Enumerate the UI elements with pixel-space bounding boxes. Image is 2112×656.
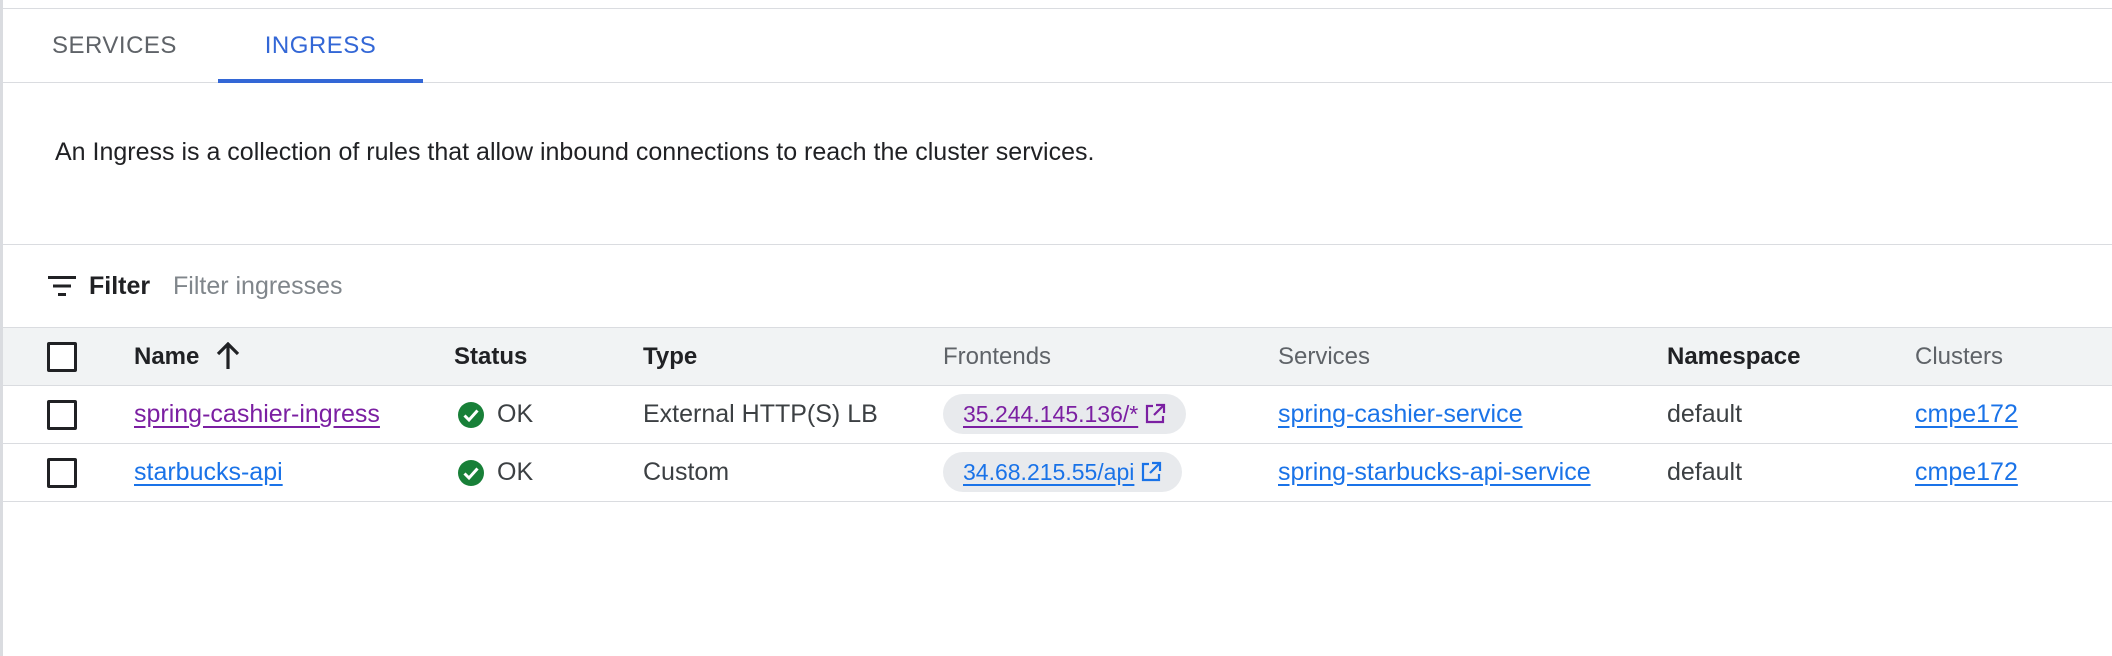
namespace-cell: default bbox=[1667, 400, 1743, 428]
service-cell: spring-starbucks-api-service bbox=[1278, 444, 1591, 501]
frontend-link[interactable]: 34.68.215.55/api bbox=[963, 452, 1134, 492]
column-header-namespace[interactable]: Namespace bbox=[1667, 328, 1800, 385]
column-header-type[interactable]: Type bbox=[643, 328, 697, 385]
open-in-new-icon bbox=[1142, 461, 1162, 482]
column-header-name[interactable]: Name bbox=[134, 328, 241, 385]
check-circle-icon bbox=[458, 459, 484, 486]
frontend-chip[interactable]: 34.68.215.55/api bbox=[943, 452, 1183, 492]
frontend-link[interactable]: 35.244.145.136/* bbox=[963, 394, 1138, 434]
column-header-frontends: Frontends bbox=[943, 343, 1052, 370]
ingress-table: Name Status Type Frontends Services Name… bbox=[3, 327, 2112, 502]
type-cell: External HTTP(S) LB bbox=[643, 400, 878, 428]
filter-label[interactable]: Filter bbox=[89, 271, 150, 301]
cluster-cell: cmpe172 bbox=[1915, 444, 2018, 501]
frontend-cell: 35.244.145.136/* bbox=[943, 386, 1187, 443]
ingress-name-cell: spring-cashier-ingress bbox=[134, 386, 380, 443]
cluster-link[interactable]: cmpe172 bbox=[1915, 458, 2018, 486]
row-select-cell bbox=[47, 444, 79, 501]
check-circle-icon bbox=[458, 401, 484, 428]
status-cell: OK bbox=[454, 444, 533, 501]
frontend-cell: 34.68.215.55/api bbox=[943, 444, 1183, 501]
column-header-status[interactable]: Status bbox=[454, 328, 527, 385]
column-header-clusters: Clusters bbox=[1915, 343, 2004, 370]
filter-bar: Filter bbox=[3, 245, 2112, 327]
column-header-services: Services bbox=[1278, 343, 1371, 370]
frontend-chip[interactable]: 35.244.145.136/* bbox=[943, 394, 1187, 434]
table-header: Name Status Type Frontends Services Name… bbox=[3, 327, 2112, 386]
service-link[interactable]: spring-starbucks-api-service bbox=[1278, 458, 1591, 486]
tab-bar: SERVICES INGRESS bbox=[3, 9, 2112, 83]
select-all-cell bbox=[47, 328, 79, 385]
column-header-name-label: Name bbox=[134, 343, 200, 370]
status-text: OK bbox=[497, 458, 534, 486]
open-in-new-icon bbox=[1146, 403, 1166, 424]
select-all-checkbox[interactable] bbox=[47, 342, 77, 372]
row-checkbox[interactable] bbox=[47, 400, 77, 430]
cluster-cell: cmpe172 bbox=[1915, 386, 2018, 443]
type-cell: Custom bbox=[643, 458, 730, 486]
ingress-name-cell: starbucks-api bbox=[134, 444, 283, 501]
filter-input[interactable] bbox=[173, 265, 773, 307]
service-link[interactable]: spring-cashier-service bbox=[1278, 400, 1523, 428]
ingress-description: An Ingress is a collection of rules that… bbox=[55, 138, 1095, 166]
ingress-name-link[interactable]: spring-cashier-ingress bbox=[134, 400, 380, 428]
row-checkbox[interactable] bbox=[47, 458, 77, 488]
table-row: starbucks-api OK Custom 34.68.215.55/api bbox=[3, 444, 2112, 502]
table-row: spring-cashier-ingress OK External HTTP(… bbox=[3, 386, 2112, 444]
row-select-cell bbox=[47, 386, 79, 443]
ingress-name-link[interactable]: starbucks-api bbox=[134, 458, 283, 486]
namespace-cell: default bbox=[1667, 458, 1743, 486]
status-cell: OK bbox=[454, 386, 533, 443]
arrow-upward-icon[interactable] bbox=[215, 341, 241, 370]
tab-ingress[interactable]: INGRESS bbox=[218, 9, 423, 83]
ingress-page: SERVICES INGRESS An Ingress is a collect… bbox=[0, 0, 2112, 656]
status-text: OK bbox=[497, 400, 534, 428]
cluster-link[interactable]: cmpe172 bbox=[1915, 400, 2018, 428]
tab-services[interactable]: SERVICES bbox=[52, 9, 176, 82]
service-cell: spring-cashier-service bbox=[1278, 386, 1523, 443]
filter-list-icon[interactable] bbox=[48, 275, 76, 297]
